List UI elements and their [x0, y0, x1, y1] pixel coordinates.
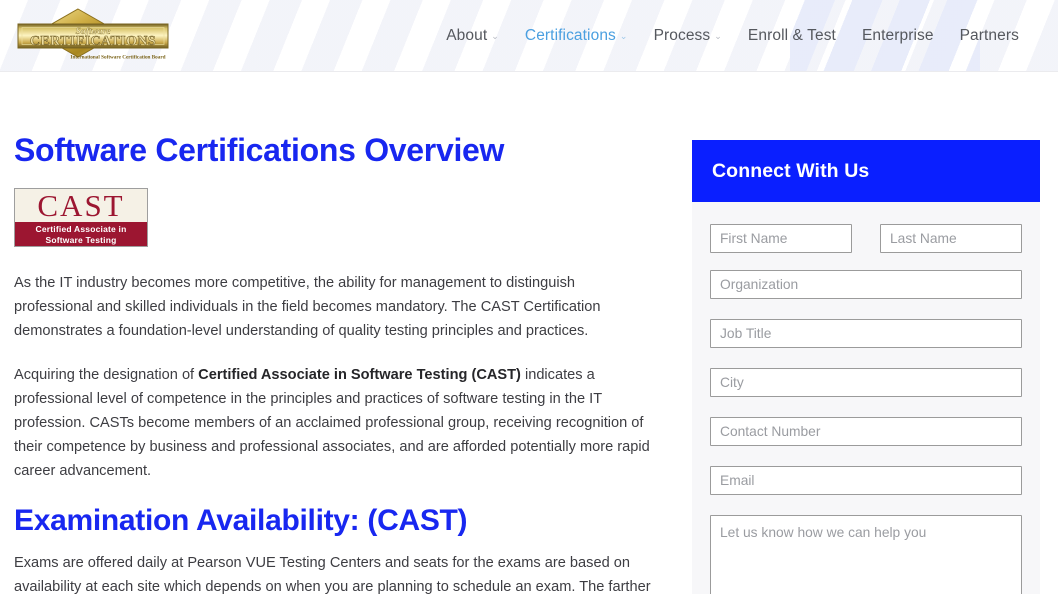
- paragraph-intro: As the IT industry becomes more competit…: [14, 274, 601, 339]
- software-certifications-logo-icon: Software CERTIFICATIONS International So…: [17, 8, 169, 61]
- site-header: Software CERTIFICATIONS International So…: [0, 0, 1058, 72]
- cast-badge-top: CAST: [15, 187, 147, 223]
- main-navigation[interactable]: About ⌄ Certifications ⌄ Process ⌄ Enrol…: [433, 0, 1032, 71]
- nav-label-partners: Partners: [959, 26, 1019, 44]
- nav-label-about: About: [446, 26, 488, 44]
- nav-item-certifications[interactable]: Certifications ⌄: [512, 27, 641, 45]
- nav-item-enroll-and-test[interactable]: Enroll & Test: [735, 27, 849, 45]
- nav-item-partners[interactable]: Partners: [947, 27, 1032, 45]
- nav-item-process[interactable]: Process ⌄: [641, 27, 735, 45]
- cast-caption-line-2: Software Testing: [45, 234, 117, 245]
- contact-form: [692, 202, 1040, 594]
- section-title-examination-availability: Examination Availability: (CAST): [14, 503, 468, 537]
- nav-item-about[interactable]: About ⌄: [433, 27, 512, 45]
- message-textarea[interactable]: [710, 515, 1022, 594]
- first-name-input[interactable]: [710, 224, 852, 253]
- name-field-row: [710, 224, 1022, 253]
- nav-label-certifications: Certifications: [524, 26, 616, 44]
- paragraph-designation-pre: Acquiring the designation of: [14, 366, 199, 383]
- main-content-column: Software Certifications Overview CAST Ce…: [14, 132, 654, 594]
- email-input[interactable]: [710, 466, 1022, 495]
- contact-number-input[interactable]: [710, 417, 1022, 446]
- nav-label-process: Process: [653, 26, 711, 44]
- organization-input[interactable]: [710, 270, 1022, 299]
- nav-label-enroll-and-test: Enroll & Test: [747, 26, 836, 44]
- job-title-input[interactable]: [710, 319, 1022, 348]
- panel-header: Connect With Us: [692, 140, 1040, 202]
- last-name-input[interactable]: [880, 224, 1022, 253]
- cast-acronym: CAST: [37, 187, 125, 223]
- paragraph-designation: Acquiring the designation of Certified A…: [14, 363, 654, 483]
- site-logo[interactable]: Software CERTIFICATIONS International So…: [14, 7, 172, 67]
- connect-with-us-panel: Connect With Us: [692, 140, 1040, 594]
- paragraph-exam-availability: Exams are offered daily at Pearson VUE T…: [14, 554, 651, 594]
- panel-title: Connect With Us: [712, 159, 870, 182]
- chevron-down-icon: ⌄: [491, 31, 499, 41]
- cast-badge-caption: Certified Associate in Software Testing: [15, 221, 147, 246]
- chevron-down-icon: ⌄: [714, 31, 722, 41]
- cast-certification-badge: CAST Certified Associate in Software Tes…: [14, 187, 148, 247]
- svg-text:CERTIFICATIONS: CERTIFICATIONS: [30, 34, 156, 49]
- svg-text:International Software Certifi: International Software Certification Boa…: [70, 55, 165, 61]
- nav-item-enterprise[interactable]: Enterprise: [849, 27, 947, 45]
- page-body: Software Certifications Overview CAST Ce…: [0, 72, 1058, 594]
- nav-label-enterprise: Enterprise: [861, 26, 934, 44]
- paragraph-designation-emphasis: Certified Associate in Software Testing …: [198, 366, 521, 383]
- paragraph-designation-post: indicates a professional level of compet…: [14, 366, 650, 479]
- city-input[interactable]: [710, 368, 1022, 397]
- chevron-down-icon: ⌄: [619, 31, 628, 41]
- page-title: Software Certifications Overview: [14, 132, 505, 168]
- cast-caption-line-1: Certified Associate in: [35, 223, 127, 234]
